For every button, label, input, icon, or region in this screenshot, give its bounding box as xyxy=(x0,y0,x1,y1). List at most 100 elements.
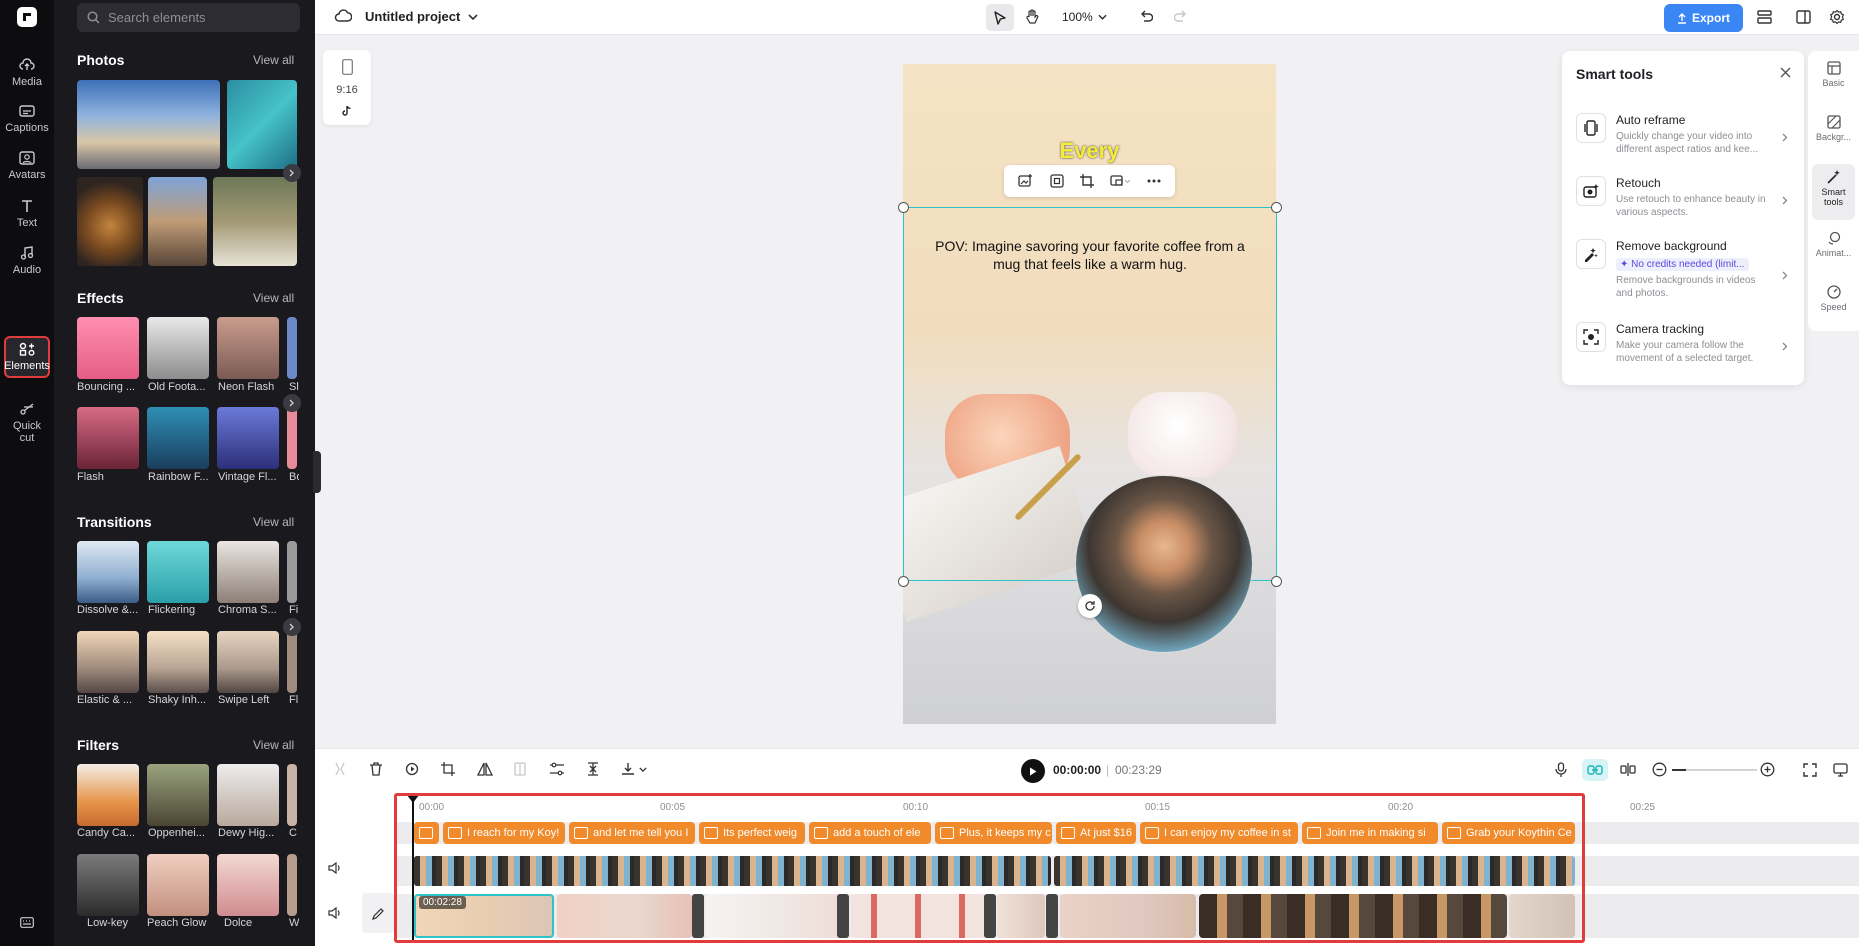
caption-overlay-word[interactable]: Every xyxy=(903,138,1276,164)
rail-item-text[interactable]: Text xyxy=(0,199,54,229)
avatar-bubble[interactable] xyxy=(1075,475,1253,653)
flip-button[interactable] xyxy=(477,762,493,776)
add-image-icon[interactable] xyxy=(1018,174,1033,188)
effect-thumb-vintage-flash[interactable] xyxy=(217,407,279,469)
effect-thumb-neon-flash[interactable] xyxy=(217,317,279,379)
play-button[interactable] xyxy=(1021,759,1045,783)
app-logo[interactable] xyxy=(17,7,37,27)
filter-thumb-peach-glow[interactable] xyxy=(147,854,209,916)
smart-select-icon[interactable] xyxy=(1049,174,1064,188)
preview-toggle-button[interactable] xyxy=(1833,763,1848,777)
zoom-in-button[interactable] xyxy=(1760,762,1775,777)
transition-thumb-flickering[interactable] xyxy=(147,541,209,603)
transition-thumb-partial[interactable] xyxy=(287,631,297,693)
properties-tab-speed[interactable]: Speed xyxy=(1808,285,1859,329)
effects-scroll-right-button[interactable] xyxy=(283,394,301,412)
effect-thumb-bouncing[interactable] xyxy=(77,317,139,379)
properties-tab-smart-tools[interactable]: Smart tools xyxy=(1812,164,1855,220)
filter-thumb-dolce[interactable] xyxy=(217,854,279,916)
close-smart-tools-button[interactable] xyxy=(1780,67,1791,78)
settings-button[interactable] xyxy=(1829,9,1845,25)
resize-handle-bottom-right[interactable] xyxy=(1271,576,1282,587)
layers-button[interactable] xyxy=(1757,10,1772,24)
transition-thumb-dissolve[interactable] xyxy=(77,541,139,603)
photo-thumb-food[interactable] xyxy=(77,177,143,266)
photo-thumb-dog[interactable] xyxy=(213,177,297,266)
pov-text-overlay[interactable]: POV: Imagine savoring your favorite coff… xyxy=(903,237,1277,273)
zoom-dropdown[interactable]: 100% xyxy=(1062,10,1107,24)
transition-thumb-swipe-left[interactable] xyxy=(217,631,279,693)
photo-thumb-street[interactable] xyxy=(148,177,207,266)
rail-item-elements[interactable]: Elements xyxy=(4,336,50,378)
transition-thumb-chroma[interactable] xyxy=(217,541,279,603)
rail-item-quick-cut[interactable]: Quick cut xyxy=(0,402,54,444)
split-button[interactable] xyxy=(333,762,347,776)
record-voiceover-button[interactable] xyxy=(1555,762,1567,777)
crop-button[interactable] xyxy=(441,762,455,776)
layout-toggle-button[interactable] xyxy=(1796,10,1811,24)
freeze-frame-button[interactable] xyxy=(586,762,600,776)
effect-thumb-old-footage[interactable] xyxy=(147,317,209,379)
track-volume-button[interactable] xyxy=(328,907,342,919)
properties-tab-animation[interactable]: Animat... xyxy=(1808,231,1859,275)
photos-view-all[interactable]: View all xyxy=(253,53,294,67)
loop-button[interactable] xyxy=(405,762,419,776)
resize-handle-top-left[interactable] xyxy=(898,202,909,213)
transitions-view-all[interactable]: View all xyxy=(253,515,294,529)
select-tool-button[interactable] xyxy=(986,4,1014,31)
rail-item-media[interactable]: Media xyxy=(0,58,54,88)
photo-thumb-city-sky[interactable] xyxy=(77,80,220,169)
download-dropdown[interactable] xyxy=(621,762,647,776)
filter-thumb-partial[interactable] xyxy=(287,854,297,916)
zoom-slider[interactable] xyxy=(1672,769,1757,771)
resize-handle-top-right[interactable] xyxy=(1271,202,1282,213)
edit-track-button[interactable] xyxy=(362,893,394,933)
mirror-button[interactable] xyxy=(514,762,526,776)
filter-thumb-candy[interactable] xyxy=(77,764,139,826)
photos-scroll-right-button[interactable] xyxy=(283,164,301,182)
filters-view-all[interactable]: View all xyxy=(253,738,294,752)
adjust-button[interactable] xyxy=(549,762,565,776)
effect-thumb-partial[interactable] xyxy=(287,317,297,379)
delete-button[interactable] xyxy=(369,762,383,776)
transition-thumb-shaky[interactable] xyxy=(147,631,209,693)
crop-icon[interactable] xyxy=(1079,174,1094,188)
undo-button[interactable] xyxy=(1139,10,1153,23)
effects-view-all[interactable]: View all xyxy=(253,291,294,305)
keyboard-shortcuts-button[interactable] xyxy=(20,917,34,928)
fit-timeline-button[interactable] xyxy=(1803,763,1817,777)
filter-thumb-dewy[interactable] xyxy=(217,764,279,826)
smart-tool-remove-background[interactable]: Remove background ✦ No credits needed (li… xyxy=(1576,239,1790,300)
redo-button[interactable] xyxy=(1174,10,1188,23)
smart-tool-auto-reframe[interactable]: Auto reframe Quickly change your video in… xyxy=(1576,113,1790,156)
track-volume-button[interactable] xyxy=(328,862,342,874)
zoom-out-button[interactable] xyxy=(1652,762,1667,777)
project-title-dropdown[interactable]: Untitled project xyxy=(365,9,478,24)
transition-thumb-elastic[interactable] xyxy=(77,631,139,693)
resize-handle-bottom-left[interactable] xyxy=(898,576,909,587)
effect-thumb-partial[interactable] xyxy=(287,407,297,469)
filter-thumb-oppenheimer[interactable] xyxy=(147,764,209,826)
panel-collapse-handle[interactable] xyxy=(313,451,321,493)
smart-tool-retouch[interactable]: Retouch Use retouch to enhance beauty in … xyxy=(1576,176,1790,219)
split-scene-button[interactable] xyxy=(1620,763,1636,776)
filter-thumb-partial[interactable] xyxy=(287,764,297,826)
effect-thumb-flash[interactable] xyxy=(77,407,139,469)
search-input[interactable]: Search elements xyxy=(77,3,300,32)
hand-tool-button[interactable] xyxy=(1025,9,1039,25)
photo-thumb-ocean[interactable] xyxy=(227,80,297,169)
rail-item-captions[interactable]: Captions xyxy=(0,104,54,134)
rotate-handle[interactable] xyxy=(1078,594,1102,618)
auto-snap-toggle[interactable] xyxy=(1582,759,1608,781)
more-icon[interactable] xyxy=(1147,179,1161,183)
effect-thumb-rainbow[interactable] xyxy=(147,407,209,469)
transition-thumb-partial[interactable] xyxy=(287,541,297,603)
replace-icon[interactable] xyxy=(1110,174,1131,188)
transitions-scroll-right-button[interactable] xyxy=(283,618,301,636)
rail-item-avatars[interactable]: Avatars xyxy=(0,151,54,181)
filter-thumb-low-key[interactable] xyxy=(77,854,139,916)
smart-tool-camera-tracking[interactable]: Camera tracking Make your camera follow t… xyxy=(1576,322,1790,365)
properties-tab-basic[interactable]: Basic xyxy=(1808,61,1859,105)
export-button[interactable]: Export xyxy=(1664,4,1743,32)
aspect-ratio-card[interactable]: 9:16 xyxy=(323,50,371,125)
